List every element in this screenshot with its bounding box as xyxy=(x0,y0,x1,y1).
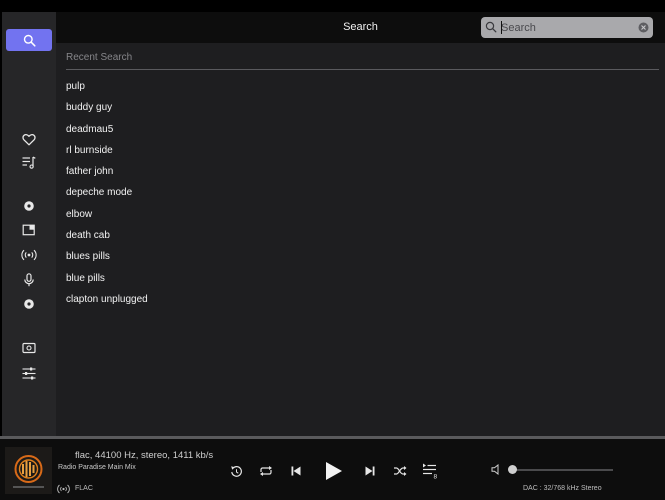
radio-icon xyxy=(21,249,37,261)
track-title: Radio Paradise Main Mix xyxy=(58,464,136,471)
recent-search-item[interactable]: blue pills xyxy=(66,268,148,289)
recent-search-item[interactable]: clapton unplugged xyxy=(66,289,148,310)
recent-search-item[interactable]: death cab xyxy=(66,225,148,246)
sidebar-item-playlists[interactable] xyxy=(2,151,56,173)
search-box[interactable] xyxy=(481,17,653,38)
volume-icon[interactable] xyxy=(491,464,503,475)
recent-search-item[interactable]: blues pills xyxy=(66,246,148,267)
sidebar-item-library[interactable] xyxy=(2,219,56,241)
shuffle-icon xyxy=(394,466,407,476)
sidebar-item-podcasts[interactable] xyxy=(2,269,56,291)
recent-search-item[interactable]: deadmau5 xyxy=(66,119,148,140)
repeat-icon xyxy=(260,466,272,476)
app-window: Search Recent Search pulp buddy guy dead… xyxy=(0,0,665,500)
volume-slider[interactable] xyxy=(513,469,613,471)
dac-info: DAC : 32/768 kHz Stereo xyxy=(523,485,602,492)
search-input[interactable] xyxy=(499,18,633,37)
player-bar: flac, 44100 Hz, stereo, 1411 kb/s Radio … xyxy=(0,436,665,500)
radio-icon xyxy=(57,484,70,494)
previous-icon xyxy=(291,466,301,476)
heart-icon xyxy=(22,133,36,145)
codec-label: FLAC xyxy=(75,485,93,492)
sidebar-item-local-library[interactable] xyxy=(2,195,56,217)
playlist-icon xyxy=(22,155,36,169)
sidebar-item-favorites[interactable] xyxy=(2,128,56,150)
progress-bar[interactable] xyxy=(0,436,665,439)
top-bar: Search xyxy=(56,12,665,43)
sidebar-item-radio[interactable] xyxy=(2,244,56,266)
recent-search-item[interactable]: depeche mode xyxy=(66,182,148,203)
album-art[interactable] xyxy=(5,447,52,494)
recent-search-heading: Recent Search xyxy=(66,52,133,63)
queue-icon: 8 xyxy=(423,463,438,481)
search-content: Recent Search pulp buddy guy deadmau5 rl… xyxy=(56,43,665,436)
recent-search-item[interactable]: pulp xyxy=(66,76,148,97)
shuffle-button[interactable] xyxy=(392,463,408,479)
microphone-icon xyxy=(24,273,34,287)
sidebar-item-streaming-service[interactable] xyxy=(2,293,56,315)
queue-button[interactable]: 8 xyxy=(422,462,440,480)
search-icon xyxy=(23,34,36,47)
previous-button[interactable] xyxy=(288,463,304,479)
queue-count: 8 xyxy=(434,474,438,481)
search-icon xyxy=(485,21,497,33)
recent-search-item[interactable]: elbow xyxy=(66,204,148,225)
recent-search-item[interactable]: rl burnside xyxy=(66,140,148,161)
sliders-icon xyxy=(22,367,36,379)
play-button[interactable] xyxy=(320,458,346,484)
repeat-button[interactable] xyxy=(258,463,274,479)
replay-button[interactable] xyxy=(228,463,244,479)
volume-slider-handle[interactable] xyxy=(508,465,517,474)
track-format: flac, 44100 Hz, stereo, 1411 kb/s xyxy=(75,450,214,461)
disc-icon xyxy=(24,299,34,309)
disc-icon xyxy=(24,201,34,211)
next-icon xyxy=(365,466,375,476)
screen-icon xyxy=(22,342,36,354)
recent-search-item[interactable]: father john xyxy=(66,161,148,182)
play-icon xyxy=(326,462,342,480)
replay-icon xyxy=(230,465,242,477)
next-button[interactable] xyxy=(362,463,378,479)
clear-search-icon[interactable] xyxy=(638,22,649,33)
sidebar xyxy=(2,12,56,436)
divider xyxy=(66,69,659,70)
recent-search-item[interactable]: buddy guy xyxy=(66,97,148,118)
text-caret xyxy=(501,21,502,34)
sidebar-item-search[interactable] xyxy=(6,29,52,51)
library-icon xyxy=(22,224,35,236)
sidebar-item-display[interactable] xyxy=(2,337,56,359)
sidebar-item-settings[interactable] xyxy=(2,362,56,384)
recent-search-list: pulp buddy guy deadmau5 rl burnside fath… xyxy=(66,76,148,310)
